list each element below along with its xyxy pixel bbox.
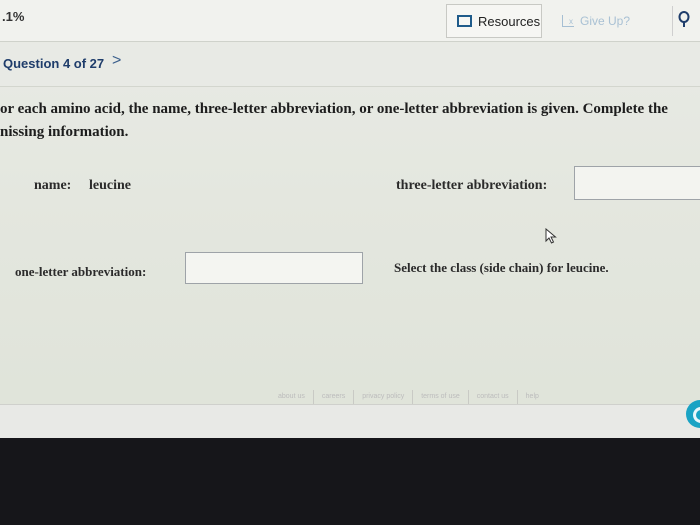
- name-label: name:: [34, 178, 72, 193]
- one-letter-abbreviation-label: one-letter abbreviation:: [15, 264, 147, 279]
- hint-lightbulb-icon[interactable]: [678, 10, 690, 30]
- resources-label: Resources: [478, 13, 541, 29]
- footer-link-terms[interactable]: terms of use: [413, 390, 469, 404]
- mouse-pointer-icon: [545, 228, 557, 244]
- toolbar-divider: [672, 6, 673, 36]
- three-letter-abbreviation-label: three-letter abbreviation:: [396, 178, 548, 193]
- footer-link-privacy[interactable]: privacy policy: [354, 390, 414, 404]
- footer-link-careers[interactable]: careers: [314, 390, 355, 404]
- top-bar: .1% Resources Give Up?: [0, 0, 700, 42]
- screen: .1% Resources Give Up? Question 4 of 27 …: [0, 0, 700, 438]
- question-number[interactable]: Question 4 of 27: [3, 56, 104, 71]
- one-letter-abbreviation-input[interactable]: [185, 252, 363, 284]
- bottom-bar: [0, 404, 700, 438]
- footer-link-about[interactable]: about us: [270, 390, 314, 404]
- next-question-chevron-icon[interactable]: >: [112, 52, 121, 70]
- footer-link-contact[interactable]: contact us: [469, 390, 518, 404]
- resources-button[interactable]: Resources: [446, 4, 542, 38]
- question-prompt: or each amino acid, the name, three-lett…: [0, 98, 690, 144]
- side-chain-class-prompt: Select the class (side chain) for leucin…: [394, 260, 609, 275]
- give-up-button[interactable]: Give Up?: [548, 4, 648, 38]
- three-letter-abbreviation-input[interactable]: [574, 166, 700, 200]
- resources-icon: [457, 15, 472, 27]
- question-header: Question 4 of 27 >: [0, 43, 700, 87]
- prompt-line-2: nissing information.: [0, 124, 129, 140]
- name-value: leucine: [89, 178, 131, 193]
- score-percentage: .1%: [2, 9, 25, 24]
- prompt-line-1: or each amino acid, the name, three-lett…: [0, 101, 668, 117]
- footer-link-help[interactable]: help: [518, 390, 547, 404]
- give-up-icon: [562, 15, 574, 27]
- give-up-label: Give Up?: [580, 14, 631, 28]
